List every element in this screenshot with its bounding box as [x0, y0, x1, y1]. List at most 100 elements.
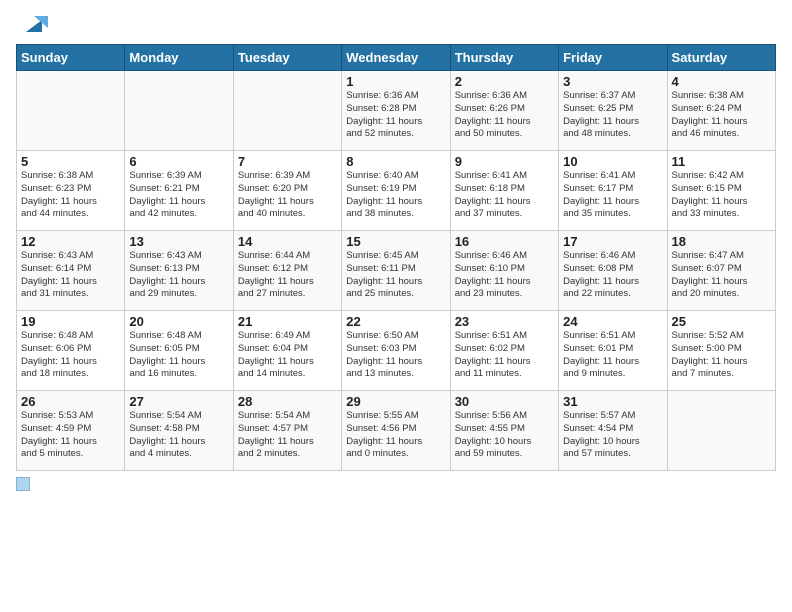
day-number: 3	[563, 74, 662, 89]
day-info: Sunrise: 6:41 AM Sunset: 6:18 PM Dayligh…	[455, 170, 554, 221]
day-number: 14	[238, 234, 337, 249]
logo	[16, 10, 48, 38]
week-row-2: 5Sunrise: 6:38 AM Sunset: 6:23 PM Daylig…	[17, 151, 776, 231]
day-info: Sunrise: 5:52 AM Sunset: 5:00 PM Dayligh…	[672, 330, 771, 381]
header	[16, 10, 776, 38]
day-info: Sunrise: 6:41 AM Sunset: 6:17 PM Dayligh…	[563, 170, 662, 221]
day-info: Sunrise: 6:48 AM Sunset: 6:06 PM Dayligh…	[21, 330, 120, 381]
calendar-cell: 29Sunrise: 5:55 AM Sunset: 4:56 PM Dayli…	[342, 391, 450, 471]
calendar-cell: 13Sunrise: 6:43 AM Sunset: 6:13 PM Dayli…	[125, 231, 233, 311]
day-number: 11	[672, 154, 771, 169]
day-info: Sunrise: 6:44 AM Sunset: 6:12 PM Dayligh…	[238, 250, 337, 301]
day-number: 2	[455, 74, 554, 89]
calendar-cell: 4Sunrise: 6:38 AM Sunset: 6:24 PM Daylig…	[667, 71, 775, 151]
day-number: 28	[238, 394, 337, 409]
day-number: 18	[672, 234, 771, 249]
calendar-cell: 23Sunrise: 6:51 AM Sunset: 6:02 PM Dayli…	[450, 311, 558, 391]
day-number: 26	[21, 394, 120, 409]
day-info: Sunrise: 6:39 AM Sunset: 6:20 PM Dayligh…	[238, 170, 337, 221]
calendar-cell: 3Sunrise: 6:37 AM Sunset: 6:25 PM Daylig…	[559, 71, 667, 151]
day-number: 20	[129, 314, 228, 329]
calendar-cell: 16Sunrise: 6:46 AM Sunset: 6:10 PM Dayli…	[450, 231, 558, 311]
day-number: 21	[238, 314, 337, 329]
day-info: Sunrise: 6:37 AM Sunset: 6:25 PM Dayligh…	[563, 90, 662, 141]
day-number: 9	[455, 154, 554, 169]
day-info: Sunrise: 6:51 AM Sunset: 6:01 PM Dayligh…	[563, 330, 662, 381]
day-number: 6	[129, 154, 228, 169]
page: SundayMondayTuesdayWednesdayThursdayFrid…	[0, 0, 792, 501]
day-number: 22	[346, 314, 445, 329]
day-info: Sunrise: 6:47 AM Sunset: 6:07 PM Dayligh…	[672, 250, 771, 301]
day-number: 7	[238, 154, 337, 169]
header-cell-tuesday: Tuesday	[233, 45, 341, 71]
day-info: Sunrise: 6:46 AM Sunset: 6:08 PM Dayligh…	[563, 250, 662, 301]
day-info: Sunrise: 6:45 AM Sunset: 6:11 PM Dayligh…	[346, 250, 445, 301]
header-cell-thursday: Thursday	[450, 45, 558, 71]
calendar-cell: 31Sunrise: 5:57 AM Sunset: 4:54 PM Dayli…	[559, 391, 667, 471]
calendar-cell: 10Sunrise: 6:41 AM Sunset: 6:17 PM Dayli…	[559, 151, 667, 231]
calendar-cell	[233, 71, 341, 151]
day-number: 24	[563, 314, 662, 329]
day-number: 25	[672, 314, 771, 329]
calendar-cell: 11Sunrise: 6:42 AM Sunset: 6:15 PM Dayli…	[667, 151, 775, 231]
calendar-cell: 30Sunrise: 5:56 AM Sunset: 4:55 PM Dayli…	[450, 391, 558, 471]
week-row-4: 19Sunrise: 6:48 AM Sunset: 6:06 PM Dayli…	[17, 311, 776, 391]
day-number: 16	[455, 234, 554, 249]
day-info: Sunrise: 6:48 AM Sunset: 6:05 PM Dayligh…	[129, 330, 228, 381]
calendar-cell: 2Sunrise: 6:36 AM Sunset: 6:26 PM Daylig…	[450, 71, 558, 151]
day-info: Sunrise: 6:38 AM Sunset: 6:23 PM Dayligh…	[21, 170, 120, 221]
day-info: Sunrise: 6:36 AM Sunset: 6:28 PM Dayligh…	[346, 90, 445, 141]
day-info: Sunrise: 6:50 AM Sunset: 6:03 PM Dayligh…	[346, 330, 445, 381]
day-info: Sunrise: 6:38 AM Sunset: 6:24 PM Dayligh…	[672, 90, 771, 141]
day-info: Sunrise: 6:49 AM Sunset: 6:04 PM Dayligh…	[238, 330, 337, 381]
header-cell-sunday: Sunday	[17, 45, 125, 71]
day-info: Sunrise: 6:39 AM Sunset: 6:21 PM Dayligh…	[129, 170, 228, 221]
calendar-cell	[17, 71, 125, 151]
day-info: Sunrise: 6:43 AM Sunset: 6:14 PM Dayligh…	[21, 250, 120, 301]
day-number: 10	[563, 154, 662, 169]
day-info: Sunrise: 6:42 AM Sunset: 6:15 PM Dayligh…	[672, 170, 771, 221]
day-info: Sunrise: 5:57 AM Sunset: 4:54 PM Dayligh…	[563, 410, 662, 461]
day-info: Sunrise: 5:54 AM Sunset: 4:58 PM Dayligh…	[129, 410, 228, 461]
calendar-cell	[125, 71, 233, 151]
calendar-cell: 14Sunrise: 6:44 AM Sunset: 6:12 PM Dayli…	[233, 231, 341, 311]
day-number: 23	[455, 314, 554, 329]
header-cell-saturday: Saturday	[667, 45, 775, 71]
calendar-cell: 19Sunrise: 6:48 AM Sunset: 6:06 PM Dayli…	[17, 311, 125, 391]
calendar-cell: 5Sunrise: 6:38 AM Sunset: 6:23 PM Daylig…	[17, 151, 125, 231]
week-row-5: 26Sunrise: 5:53 AM Sunset: 4:59 PM Dayli…	[17, 391, 776, 471]
day-info: Sunrise: 5:55 AM Sunset: 4:56 PM Dayligh…	[346, 410, 445, 461]
calendar-cell	[667, 391, 775, 471]
header-cell-monday: Monday	[125, 45, 233, 71]
calendar-cell: 15Sunrise: 6:45 AM Sunset: 6:11 PM Dayli…	[342, 231, 450, 311]
day-number: 31	[563, 394, 662, 409]
day-info: Sunrise: 6:40 AM Sunset: 6:19 PM Dayligh…	[346, 170, 445, 221]
calendar-cell: 6Sunrise: 6:39 AM Sunset: 6:21 PM Daylig…	[125, 151, 233, 231]
day-info: Sunrise: 5:53 AM Sunset: 4:59 PM Dayligh…	[21, 410, 120, 461]
day-number: 29	[346, 394, 445, 409]
calendar-cell: 8Sunrise: 6:40 AM Sunset: 6:19 PM Daylig…	[342, 151, 450, 231]
day-number: 13	[129, 234, 228, 249]
day-number: 4	[672, 74, 771, 89]
calendar-cell: 24Sunrise: 6:51 AM Sunset: 6:01 PM Dayli…	[559, 311, 667, 391]
day-number: 5	[21, 154, 120, 169]
calendar-table: SundayMondayTuesdayWednesdayThursdayFrid…	[16, 44, 776, 471]
calendar-cell: 27Sunrise: 5:54 AM Sunset: 4:58 PM Dayli…	[125, 391, 233, 471]
calendar-cell: 26Sunrise: 5:53 AM Sunset: 4:59 PM Dayli…	[17, 391, 125, 471]
day-number: 17	[563, 234, 662, 249]
calendar-cell: 7Sunrise: 6:39 AM Sunset: 6:20 PM Daylig…	[233, 151, 341, 231]
day-info: Sunrise: 6:51 AM Sunset: 6:02 PM Dayligh…	[455, 330, 554, 381]
calendar-cell: 21Sunrise: 6:49 AM Sunset: 6:04 PM Dayli…	[233, 311, 341, 391]
footer	[16, 477, 776, 491]
calendar-cell: 28Sunrise: 5:54 AM Sunset: 4:57 PM Dayli…	[233, 391, 341, 471]
calendar-cell: 1Sunrise: 6:36 AM Sunset: 6:28 PM Daylig…	[342, 71, 450, 151]
calendar-cell: 12Sunrise: 6:43 AM Sunset: 6:14 PM Dayli…	[17, 231, 125, 311]
day-info: Sunrise: 5:54 AM Sunset: 4:57 PM Dayligh…	[238, 410, 337, 461]
day-number: 15	[346, 234, 445, 249]
day-info: Sunrise: 6:46 AM Sunset: 6:10 PM Dayligh…	[455, 250, 554, 301]
calendar-cell: 20Sunrise: 6:48 AM Sunset: 6:05 PM Dayli…	[125, 311, 233, 391]
day-info: Sunrise: 5:56 AM Sunset: 4:55 PM Dayligh…	[455, 410, 554, 461]
logo-icon	[20, 10, 48, 38]
day-number: 19	[21, 314, 120, 329]
header-cell-wednesday: Wednesday	[342, 45, 450, 71]
